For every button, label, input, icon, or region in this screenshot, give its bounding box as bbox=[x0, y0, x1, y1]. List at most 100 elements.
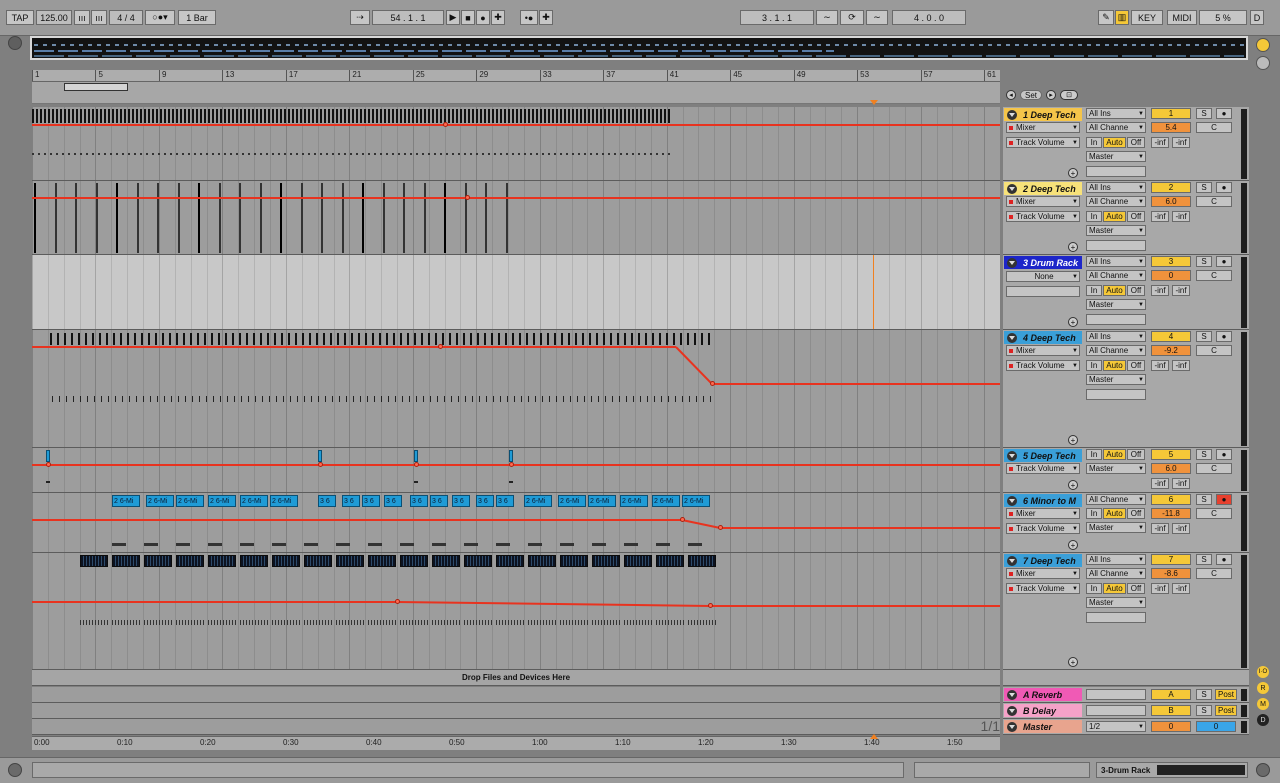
volume-field[interactable]: -9.2 bbox=[1151, 345, 1191, 356]
device-chooser[interactable]: Mixer bbox=[1006, 345, 1080, 356]
monitor-auto-button[interactable]: Auto bbox=[1103, 508, 1126, 519]
monitor-auto-button[interactable]: Auto bbox=[1103, 583, 1126, 594]
loop-bar[interactable] bbox=[32, 82, 1000, 105]
input-type-chooser[interactable]: All Ins bbox=[1086, 256, 1146, 267]
midi-clip[interactable] bbox=[240, 555, 268, 567]
note-marker[interactable] bbox=[136, 183, 139, 253]
monitor-off-button[interactable]: Off bbox=[1127, 211, 1145, 222]
midi-clip[interactable] bbox=[400, 555, 428, 567]
audio-clip[interactable]: 2 6-Mi bbox=[270, 495, 298, 507]
time-signature-field[interactable]: 4 / 4 bbox=[109, 10, 143, 25]
pan-knob[interactable]: C bbox=[1196, 345, 1232, 356]
note-marker[interactable] bbox=[54, 183, 57, 253]
midi-map-button[interactable]: MIDI bbox=[1167, 10, 1197, 25]
audio-clip[interactable]: 2 6-Mi bbox=[524, 495, 552, 507]
note-marker[interactable] bbox=[382, 183, 385, 253]
track-header[interactable]: 2 Deep Tech bbox=[1004, 182, 1082, 195]
next-locator-icon[interactable]: ▸ bbox=[1046, 90, 1056, 100]
automation-point[interactable] bbox=[46, 462, 51, 467]
midi-clip[interactable] bbox=[304, 555, 332, 567]
output-channel-chooser[interactable] bbox=[1086, 166, 1146, 177]
solo-button[interactable]: S bbox=[1196, 108, 1212, 119]
delay-toggle[interactable]: D bbox=[1257, 714, 1269, 726]
monitor-auto-button[interactable]: Auto bbox=[1103, 285, 1126, 296]
automation-point[interactable] bbox=[318, 462, 323, 467]
master-output-chooser[interactable]: 1/2 bbox=[1086, 721, 1146, 732]
arm-button[interactable]: ● bbox=[1216, 256, 1232, 267]
fold-icon[interactable] bbox=[1007, 332, 1017, 343]
loop-start-field[interactable]: 3 . 1 . 1 bbox=[740, 10, 814, 25]
add-automation-lane-icon[interactable]: + bbox=[1068, 657, 1078, 667]
monitor-off-button[interactable]: Off bbox=[1127, 449, 1145, 460]
note-marker[interactable] bbox=[259, 183, 262, 253]
audio-clip[interactable]: 2 6-Mi bbox=[112, 495, 140, 507]
track-activator-button[interactable]: 2 bbox=[1151, 182, 1191, 193]
pan-knob[interactable]: C bbox=[1196, 270, 1232, 281]
midi-clip[interactable] bbox=[336, 555, 364, 567]
param-chooser[interactable]: Track Volume bbox=[1006, 583, 1080, 594]
midi-clip[interactable] bbox=[208, 555, 236, 567]
track-header[interactable]: 3 Drum Rack bbox=[1004, 256, 1082, 269]
note-marker[interactable] bbox=[116, 183, 118, 253]
output-chooser[interactable]: Master bbox=[1086, 597, 1146, 608]
play-button[interactable]: ▶ bbox=[446, 10, 460, 25]
input-type-chooser[interactable]: All Ins bbox=[1086, 331, 1146, 342]
automation-point[interactable] bbox=[414, 462, 419, 467]
browser-toggle-icon[interactable] bbox=[8, 36, 22, 50]
track-header[interactable]: 4 Deep Tech bbox=[1004, 331, 1082, 344]
arm-button[interactable]: ● bbox=[1216, 108, 1232, 119]
monitor-in-button[interactable]: In bbox=[1086, 360, 1102, 371]
detail-view-toggle-icon[interactable] bbox=[1256, 763, 1270, 777]
note-marker[interactable] bbox=[34, 183, 36, 253]
monitor-in-button[interactable]: In bbox=[1086, 583, 1102, 594]
param-chooser[interactable]: Track Volume bbox=[1006, 463, 1080, 474]
pan-knob[interactable]: C bbox=[1196, 568, 1232, 579]
automation-line[interactable] bbox=[32, 464, 1000, 466]
note-marker[interactable] bbox=[177, 183, 180, 253]
return-lane[interactable] bbox=[32, 719, 1000, 735]
audio-clip[interactable]: 3 6 bbox=[430, 495, 448, 507]
midi-clip[interactable] bbox=[496, 555, 524, 567]
follow-button[interactable]: ⇢ bbox=[350, 10, 370, 25]
monitor-auto-button[interactable]: Auto bbox=[1103, 137, 1126, 148]
midi-clip[interactable] bbox=[144, 555, 172, 567]
arm-button[interactable]: ● bbox=[1216, 554, 1232, 565]
note-marker[interactable] bbox=[321, 183, 323, 253]
volume-field[interactable]: 6.0 bbox=[1151, 196, 1191, 207]
return-solo-button[interactable]: S bbox=[1196, 705, 1212, 716]
output-chooser[interactable]: Master bbox=[1086, 522, 1146, 533]
audio-clip[interactable]: 2 6-Mi bbox=[146, 495, 174, 507]
output-channel-chooser[interactable] bbox=[1086, 389, 1146, 400]
note-marker[interactable] bbox=[157, 183, 159, 253]
device-chooser[interactable]: None bbox=[1006, 271, 1080, 282]
track-lane[interactable] bbox=[32, 330, 1000, 448]
automation-line[interactable] bbox=[720, 527, 1000, 529]
volume-field[interactable]: -11.8 bbox=[1151, 508, 1191, 519]
track-lane[interactable] bbox=[32, 553, 1000, 670]
monitor-in-button[interactable]: In bbox=[1086, 211, 1102, 222]
track-header[interactable]: 6 Minor to M bbox=[1004, 494, 1082, 507]
automation-line[interactable] bbox=[32, 197, 1000, 199]
unfold-icon[interactable] bbox=[1007, 689, 1017, 700]
pan-knob[interactable]: C bbox=[1196, 508, 1232, 519]
input-channel-chooser[interactable]: All Channe bbox=[1086, 568, 1146, 579]
track-lane[interactable] bbox=[32, 255, 1000, 330]
track-lane[interactable] bbox=[32, 448, 1000, 493]
solo-button[interactable]: S bbox=[1196, 449, 1212, 460]
return-header[interactable]: Master bbox=[1004, 720, 1082, 733]
audio-clip[interactable]: 3 6 bbox=[318, 495, 336, 507]
input-channel-chooser[interactable]: All Channe bbox=[1086, 345, 1146, 356]
session-view-icon[interactable] bbox=[1256, 56, 1270, 70]
note-marker[interactable] bbox=[505, 183, 508, 253]
note-marker[interactable] bbox=[403, 183, 405, 253]
note-marker[interactable] bbox=[95, 183, 98, 253]
input-channel-chooser[interactable]: All Channe bbox=[1086, 494, 1146, 505]
track-lane[interactable]: 2 6-Mi 2 6-Mi 2 6-Mi 2 6-Mi 2 6-Mi 2 6-Mi 3 6 3… bbox=[32, 493, 1000, 553]
volume-field[interactable]: 5.4 bbox=[1151, 122, 1191, 133]
arm-button[interactable]: ● bbox=[1216, 331, 1232, 342]
quantize-menu[interactable]: 1 Bar bbox=[178, 10, 216, 25]
key-map-button[interactable]: KEY bbox=[1131, 10, 1163, 25]
track-activator-button[interactable]: 1 bbox=[1151, 108, 1191, 119]
output-chooser[interactable]: Master bbox=[1086, 374, 1146, 385]
monitor-in-button[interactable]: In bbox=[1086, 285, 1102, 296]
